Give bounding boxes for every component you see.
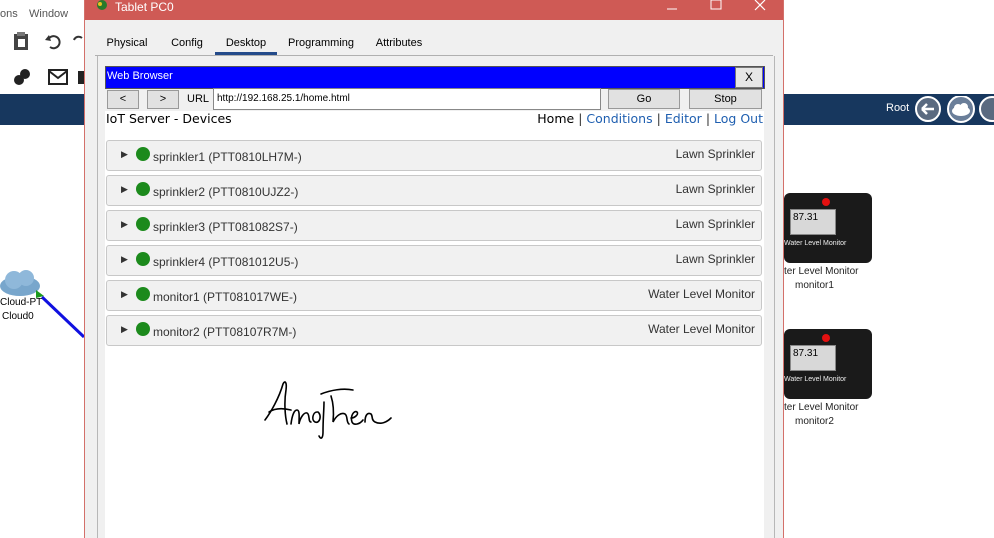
redo-icon[interactable] bbox=[72, 32, 84, 50]
connection-line bbox=[40, 295, 86, 339]
cloud-label-type: Cloud-PT bbox=[0, 297, 43, 308]
tab-physical[interactable]: Physical bbox=[95, 32, 159, 54]
nav-editor-link[interactable]: Editor bbox=[665, 111, 702, 126]
cloud-icon[interactable] bbox=[946, 96, 976, 123]
monitor-caption-name: monitor2 bbox=[795, 416, 834, 427]
device-name: monitor1 (PTT081017WE-) bbox=[153, 290, 298, 304]
expand-caret-icon[interactable]: ▶ bbox=[121, 149, 128, 160]
water-level-monitor-device[interactable]: 87.31 Water Level Monitor bbox=[784, 329, 872, 399]
forward-button[interactable]: > bbox=[147, 90, 179, 109]
menu-item-options[interactable]: ons bbox=[0, 8, 18, 20]
device-type: Lawn Sprinkler bbox=[675, 252, 755, 266]
expand-caret-icon[interactable]: ▶ bbox=[121, 254, 128, 265]
menu-item-window[interactable]: Window bbox=[29, 8, 68, 20]
cloud-device-icon[interactable] bbox=[0, 266, 46, 298]
monitor-caption-name: monitor1 bbox=[795, 280, 834, 291]
status-online-icon bbox=[136, 217, 150, 231]
browser-title: Web Browser bbox=[107, 70, 173, 82]
expand-caret-icon[interactable]: ▶ bbox=[121, 324, 128, 335]
nav-logout-link[interactable]: Log Out bbox=[714, 111, 763, 126]
back-button[interactable]: < bbox=[107, 90, 139, 109]
nav-separator: | bbox=[705, 111, 711, 126]
minimize-icon[interactable] bbox=[665, 2, 679, 16]
handwritten-signature bbox=[264, 381, 392, 439]
nav-separator: | bbox=[578, 111, 583, 126]
navigate-icon[interactable] bbox=[978, 96, 994, 123]
device-name: sprinkler3 (PTT081082S7-) bbox=[153, 220, 298, 234]
expand-caret-icon[interactable]: ▶ bbox=[121, 184, 128, 195]
nav-home[interactable]: Home bbox=[537, 111, 574, 126]
tab-programming[interactable]: Programming bbox=[285, 32, 357, 54]
device-name: monitor2 (PTT08107R7M-) bbox=[153, 325, 297, 339]
link-icon[interactable] bbox=[12, 67, 32, 87]
device-row-sprinkler2[interactable]: ▶ sprinkler2 (PTT0810UJZ2-) Lawn Sprinkl… bbox=[106, 175, 762, 206]
nav-separator: | bbox=[656, 111, 661, 126]
stop-button[interactable]: Stop bbox=[689, 89, 762, 109]
url-input[interactable]: http://192.168.25.1/home.html bbox=[213, 88, 601, 110]
status-led bbox=[822, 334, 830, 342]
tab-config[interactable]: Config bbox=[165, 32, 209, 54]
tablet-window: Tablet PC0 Physical Config Desktop Progr… bbox=[84, 0, 784, 538]
device-type: Water Level Monitor bbox=[648, 322, 755, 336]
device-type: Water Level Monitor bbox=[648, 287, 755, 301]
expand-caret-icon[interactable]: ▶ bbox=[121, 219, 128, 230]
device-row-sprinkler1[interactable]: ▶ sprinkler1 (PTT0810LH7M-) Lawn Sprinkl… bbox=[106, 140, 762, 171]
url-label: URL bbox=[187, 93, 210, 105]
tab-attributes[interactable]: Attributes bbox=[367, 32, 431, 54]
close-icon[interactable] bbox=[753, 0, 767, 14]
monitor-reading: 87.31 bbox=[790, 209, 836, 235]
monitor-screen-label: Water Level Monitor bbox=[784, 240, 847, 247]
back-arrow-icon[interactable] bbox=[914, 96, 942, 123]
browser-close-button[interactable]: X bbox=[735, 67, 763, 88]
device-type: Lawn Sprinkler bbox=[675, 182, 755, 196]
undo-icon[interactable] bbox=[44, 32, 62, 50]
window-title: Tablet PC0 bbox=[115, 0, 174, 14]
status-online-icon bbox=[136, 182, 150, 196]
clipboard-icon[interactable] bbox=[12, 31, 30, 51]
maximize-icon[interactable] bbox=[709, 0, 723, 14]
mail-icon[interactable] bbox=[48, 69, 68, 85]
window-titlebar[interactable]: Tablet PC0 bbox=[85, 0, 783, 20]
monitor-caption-type: ter Level Monitor bbox=[784, 402, 859, 413]
monitor-screen-label: Water Level Monitor bbox=[784, 376, 847, 383]
monitor-reading: 87.31 bbox=[790, 345, 836, 371]
device-row-sprinkler3[interactable]: ▶ sprinkler3 (PTT081082S7-) Lawn Sprinkl… bbox=[106, 210, 762, 241]
device-row-monitor2[interactable]: ▶ monitor2 (PTT08107R7M-) Water Level Mo… bbox=[106, 315, 762, 346]
water-level-monitor-device[interactable]: 87.31 Water Level Monitor bbox=[784, 193, 872, 263]
status-led bbox=[822, 198, 830, 206]
tab-desktop[interactable]: Desktop bbox=[215, 32, 277, 55]
page-nav: Home | Conditions | Editor | Log Out bbox=[537, 111, 763, 126]
nav-conditions-link[interactable]: Conditions bbox=[586, 111, 652, 126]
monitor-caption-type: ter Level Monitor bbox=[784, 266, 859, 277]
device-name: sprinkler1 (PTT0810LH7M-) bbox=[153, 150, 302, 164]
device-name: sprinkler4 (PTT081012U5-) bbox=[153, 255, 299, 269]
status-online-icon bbox=[136, 252, 150, 266]
browser-titlebar: Web Browser bbox=[105, 66, 765, 89]
status-online-icon bbox=[136, 147, 150, 161]
status-online-icon bbox=[136, 287, 150, 301]
device-row-sprinkler4[interactable]: ▶ sprinkler4 (PTT081012U5-) Lawn Sprinkl… bbox=[106, 245, 762, 276]
device-row-monitor1[interactable]: ▶ monitor1 (PTT081017WE-) Water Level Mo… bbox=[106, 280, 762, 311]
app-logo-icon bbox=[97, 0, 107, 10]
root-label: Root bbox=[886, 102, 910, 114]
expand-caret-icon[interactable]: ▶ bbox=[121, 289, 128, 300]
device-type: Lawn Sprinkler bbox=[675, 217, 755, 231]
cloud-label-name: Cloud0 bbox=[2, 311, 34, 322]
go-button[interactable]: Go bbox=[608, 89, 680, 109]
device-name: sprinkler2 (PTT0810UJZ2-) bbox=[153, 185, 299, 199]
device-type: Lawn Sprinkler bbox=[675, 147, 755, 161]
status-online-icon bbox=[136, 322, 150, 336]
page-title: IoT Server - Devices bbox=[106, 111, 232, 126]
